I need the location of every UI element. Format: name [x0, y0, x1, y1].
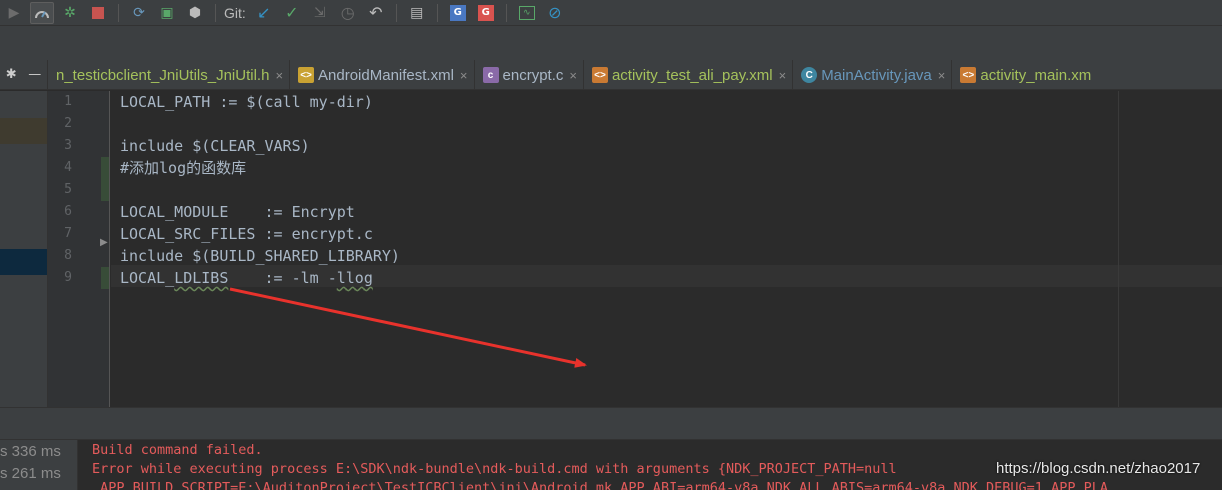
tab-activity-main[interactable]: <> activity_main.xm — [952, 60, 1097, 90]
code-line[interactable]: LOCAL_MODULE := Encrypt — [120, 201, 355, 223]
no-entry-icon[interactable]: ⊘ — [543, 2, 567, 24]
spelling-warning: LDLIBS — [174, 269, 229, 287]
tab-jniutil-h[interactable]: n_testicbclient_JniUtils_JniUtil.h × — [48, 60, 291, 90]
profile-icon[interactable] — [30, 1, 54, 24]
tab-label: MainActivity.java — [821, 66, 932, 84]
toolbar-separator — [505, 3, 507, 22]
editor-gutter: ▶ 1 2 3 4 5 6 7 8 9 — [48, 91, 110, 407]
navigation-bar — [0, 26, 1222, 60]
xml-file-icon: <> — [298, 67, 315, 83]
line-number: 2 — [64, 116, 72, 131]
close-icon[interactable]: × — [460, 68, 468, 83]
hide-icon[interactable]: — — [28, 67, 41, 82]
java-class-icon: C — [801, 67, 818, 83]
toolbar-separator — [215, 3, 216, 22]
build-timing-column: s 336 ms s 261 ms — [0, 440, 78, 490]
line-number: 8 — [64, 248, 72, 263]
close-icon[interactable]: × — [779, 68, 787, 83]
build-time: s 261 ms — [0, 465, 61, 482]
android-profiler-icon[interactable]: ∿ — [515, 2, 539, 24]
layout-file-icon: <> — [960, 67, 977, 83]
code-line[interactable]: include $(BUILD_SHARED_LIBRARY) — [120, 245, 400, 267]
toolbar-separator — [395, 3, 397, 22]
translate-replace-icon[interactable]: G — [474, 2, 498, 24]
settings-icon[interactable]: ✱ — [6, 67, 17, 82]
close-icon[interactable]: × — [569, 68, 577, 83]
project-structure-icon[interactable]: ▤ — [405, 2, 429, 24]
tab-mainactivity-java[interactable]: C MainActivity.java × — [793, 60, 953, 90]
git-revert-icon[interactable]: ↶ — [364, 2, 388, 24]
debug-icon[interactable]: ✲ — [58, 2, 82, 24]
main-toolbar: ▶ ✲ ⟳ ▣ ⬢ Git: ↙ ✓ ⇲ ◷ ↶ ▤ G G ∿ ⊘ — [0, 0, 1222, 26]
project-tree-row[interactable] — [0, 118, 47, 144]
build-time: s 336 ms — [0, 443, 61, 460]
git-history-icon[interactable]: ◷ — [336, 2, 360, 24]
code-editor[interactable]: ▶ 1 2 3 4 5 6 7 8 9 LOCAL_PATH := $(call my-dir)… — [48, 91, 1222, 407]
code-token: LOCAL_ — [120, 269, 175, 287]
tab-encrypt-c[interactable]: c encrypt.c × — [475, 60, 584, 90]
line-number: 5 — [64, 182, 72, 197]
panel-controls: ✱ — — [0, 60, 48, 89]
tab-label: n_testicbclient_JniUtils_JniUtil.h — [56, 66, 270, 84]
project-tool-window — [0, 91, 48, 407]
build-output-line: APP_BUILD_SCRIPT=E:\AuditonProject\TestI… — [92, 480, 1108, 490]
c-file-icon: c — [482, 67, 499, 83]
vcs-change-marker — [101, 267, 109, 289]
git-commit-icon[interactable]: ✓ — [280, 2, 304, 24]
vcs-change-marker — [101, 157, 109, 201]
close-icon[interactable]: × — [275, 68, 283, 83]
code-line[interactable]: include $(CLEAR_VARS) — [120, 135, 310, 157]
tool-window-divider[interactable] — [0, 407, 1222, 440]
tab-label: AndroidManifest.xml — [318, 66, 454, 84]
watermark-text: https://blog.csdn.net/zhao2017 — [996, 460, 1201, 477]
git-label: Git: — [224, 4, 246, 21]
fold-arrow-icon[interactable]: ▶ — [100, 237, 108, 248]
git-compare-icon[interactable]: ⇲ — [308, 2, 332, 24]
code-line[interactable]: LOCAL_LDLIBS := -lm -llog — [120, 267, 373, 289]
sdk-manager-icon[interactable]: ⬢ — [183, 2, 207, 24]
toolbar-separator — [436, 3, 438, 22]
toolbar-separator — [118, 3, 119, 22]
line-number: 6 — [64, 204, 72, 219]
code-line[interactable]: #添加log的函数库 — [120, 157, 246, 179]
avd-manager-icon[interactable]: ▣ — [155, 2, 179, 24]
tab-label: activity_main.xm — [980, 66, 1092, 84]
build-output-line: Build command failed. — [92, 442, 263, 458]
code-line[interactable]: LOCAL_PATH := $(call my-dir) — [120, 91, 373, 113]
line-number: 7 — [64, 226, 72, 241]
editor-tab-bar: ✱ — n_testicbclient_JniUtils_JniUtil.h ×… — [0, 60, 1222, 90]
tab-label: activity_test_ali_pay.xml — [611, 66, 773, 84]
stop-icon[interactable] — [86, 2, 110, 24]
tab-androidmanifest[interactable]: <> AndroidManifest.xml × — [290, 60, 475, 90]
code-token: := -lm - — [228, 269, 337, 287]
translate-icon[interactable]: G — [446, 2, 470, 24]
line-number: 9 — [64, 270, 72, 285]
sync-gradle-icon[interactable]: ⟳ — [127, 2, 151, 24]
run-icon[interactable]: ▶ — [2, 2, 26, 24]
line-number: 4 — [64, 160, 72, 175]
line-number: 1 — [64, 94, 72, 109]
git-update-icon[interactable]: ↙ — [252, 2, 276, 24]
tab-label: encrypt.c — [502, 66, 564, 84]
spelling-warning: llog — [336, 269, 373, 287]
code-line[interactable]: LOCAL_SRC_FILES := encrypt.c — [120, 223, 373, 245]
line-number: 3 — [64, 138, 72, 153]
right-margin-guide — [1118, 91, 1119, 407]
build-output-line: Error while executing process E:\SDK\ndk… — [92, 461, 897, 477]
layout-file-icon: <> — [591, 67, 608, 83]
tab-activity-test-ali-pay[interactable]: <> activity_test_ali_pay.xml × — [584, 60, 794, 90]
close-icon[interactable]: × — [938, 68, 946, 83]
project-tree-row-selected[interactable] — [0, 249, 47, 275]
